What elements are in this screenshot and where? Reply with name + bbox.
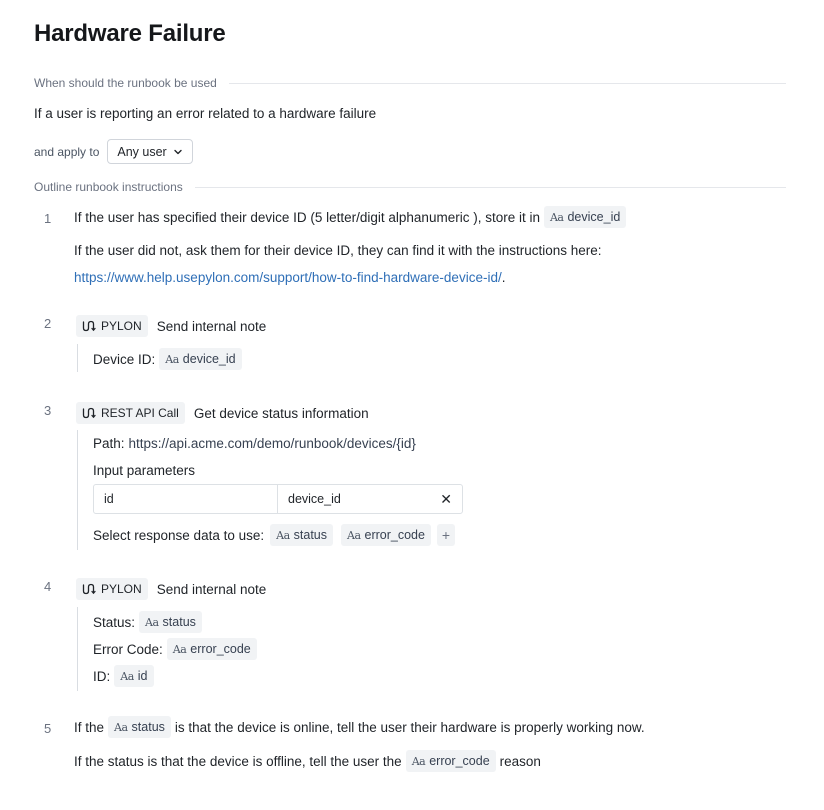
variable-chip[interactable]: Aa status	[108, 716, 171, 738]
step-1-line-1[interactable]: If the user has specified their device I…	[74, 206, 630, 228]
field-label: Status:	[93, 614, 136, 630]
action-tag-label: PYLON	[101, 319, 142, 333]
variable-name: error_code	[429, 754, 490, 768]
action-title: Send internal note	[156, 318, 267, 334]
step-5-text: If the	[74, 719, 105, 735]
variable-icon: Aa	[145, 615, 159, 629]
step-5-text: is that the device is online, tell the u…	[174, 719, 645, 735]
field-label: Error Code:	[93, 641, 163, 657]
step-5-line-1[interactable]: If the Aa status is that the device is o…	[74, 716, 645, 738]
action-tag-label: REST API Call	[101, 406, 179, 420]
param-value: device_id	[288, 492, 341, 506]
variable-name: device_id	[182, 352, 236, 366]
step-number: 5	[44, 721, 52, 736]
param-key-input[interactable]: id	[94, 485, 278, 513]
variable-icon: Aa	[276, 528, 290, 542]
link-suffix: .	[501, 270, 506, 285]
param-table: id device_id ✕	[93, 484, 463, 514]
help-link[interactable]: https://www.help.usepylon.com/support/ho…	[74, 270, 502, 285]
field-label: Device ID:	[93, 351, 156, 367]
response-row: Select response data to use: Aa status A…	[93, 524, 463, 546]
id-row: ID: Aa id	[93, 665, 261, 687]
divider	[194, 186, 786, 188]
apply-row: and apply to Any user	[34, 139, 193, 164]
step-number: 2	[44, 316, 52, 331]
usage-section-label: When should the runbook be used	[34, 76, 786, 90]
page-title: Hardware Failure	[34, 20, 226, 47]
variable-chip[interactable]: Aa device_id	[159, 348, 242, 370]
step-number: 1	[44, 211, 52, 226]
variable-name: status	[293, 528, 327, 542]
variable-icon: Aa	[172, 642, 187, 656]
field-label: ID:	[93, 668, 111, 684]
device-id-row: Device ID: Aa device_id	[93, 348, 246, 370]
step-number: 3	[44, 403, 52, 418]
path-row: Path: https://api.acme.com/demo/runbook/…	[93, 436, 463, 451]
variable-icon: Aa	[165, 352, 179, 366]
variable-chip[interactable]: Aa device_id	[543, 206, 627, 228]
action-tag: PYLON	[76, 315, 148, 337]
usage-label: When should the runbook be used	[34, 76, 217, 90]
action-title: Get device status information	[193, 405, 369, 421]
chevron-down-icon	[174, 149, 182, 154]
divider	[228, 82, 786, 84]
variable-icon: Aa	[120, 669, 134, 683]
step-1-line-2[interactable]: If the user did not, ask them for their …	[74, 243, 602, 258]
step-2-body: Device ID: Aa device_id	[77, 344, 246, 372]
variable-chip[interactable]: Aa status	[270, 524, 333, 546]
response-label: Select response data to use:	[93, 527, 265, 543]
variable-chip[interactable]: Aa error_code	[405, 750, 496, 772]
variable-chip[interactable]: Aa status	[139, 611, 202, 633]
variable-name: error_code	[364, 528, 425, 542]
param-value-input[interactable]: device_id ✕	[278, 485, 462, 513]
step-2-header[interactable]: PYLON Send internal note	[76, 315, 266, 337]
variable-name: status	[131, 720, 165, 734]
step-4-header[interactable]: PYLON Send internal note	[76, 578, 266, 600]
workflow-icon	[82, 583, 96, 595]
variable-name: error_code	[190, 642, 251, 656]
instructions-label: Outline runbook instructions	[34, 180, 183, 194]
apply-to-dropdown[interactable]: Any user	[107, 139, 193, 164]
variable-chip[interactable]: Aa error_code	[166, 638, 257, 660]
action-tag: PYLON	[76, 578, 148, 600]
close-icon[interactable]: ✕	[440, 491, 452, 508]
add-response-button[interactable]: +	[436, 524, 455, 546]
instructions-section-label: Outline runbook instructions	[34, 180, 786, 194]
step-1-text: If the user has specified their device I…	[74, 209, 540, 225]
variable-chip[interactable]: Aa id	[114, 665, 154, 687]
input-params-label: Input parameters	[93, 463, 196, 478]
step-3-header[interactable]: REST API Call Get device status informat…	[76, 402, 369, 424]
variable-name: device_id	[567, 210, 621, 224]
step-4-body: Status: Aa status Error Code: Aa error_c…	[77, 607, 261, 691]
variable-name: id	[137, 669, 148, 683]
path-value[interactable]: https://api.acme.com/demo/runbook/device…	[129, 436, 416, 451]
workflow-icon	[82, 320, 96, 332]
step-number: 4	[44, 579, 52, 594]
variable-icon: Aa	[114, 720, 128, 734]
help-link-line: https://www.help.usepylon.com/support/ho…	[74, 270, 505, 285]
status-row: Status: Aa status	[93, 611, 261, 633]
apply-to-value: Any user	[117, 144, 167, 159]
step-5-text: If the status is that the device is offl…	[74, 753, 402, 769]
workflow-icon	[82, 407, 96, 419]
variable-icon: Aa	[549, 210, 564, 224]
action-tag: REST API Call	[76, 402, 185, 424]
variable-name: status	[162, 615, 196, 629]
action-tag-label: PYLON	[101, 582, 142, 596]
variable-icon: Aa	[411, 754, 426, 768]
variable-chip[interactable]: Aa error_code	[341, 524, 431, 546]
action-title: Send internal note	[156, 581, 267, 597]
error-code-row: Error Code: Aa error_code	[93, 638, 261, 660]
step-5-line-2[interactable]: If the status is that the device is offl…	[74, 750, 541, 772]
apply-label: and apply to	[34, 144, 100, 159]
variable-icon: Aa	[347, 528, 361, 542]
usage-text[interactable]: If a user is reporting an error related …	[34, 106, 376, 121]
path-label: Path:	[93, 436, 125, 451]
step-3-body: Path: https://api.acme.com/demo/runbook/…	[77, 430, 463, 550]
step-5-text: reason	[499, 753, 541, 769]
